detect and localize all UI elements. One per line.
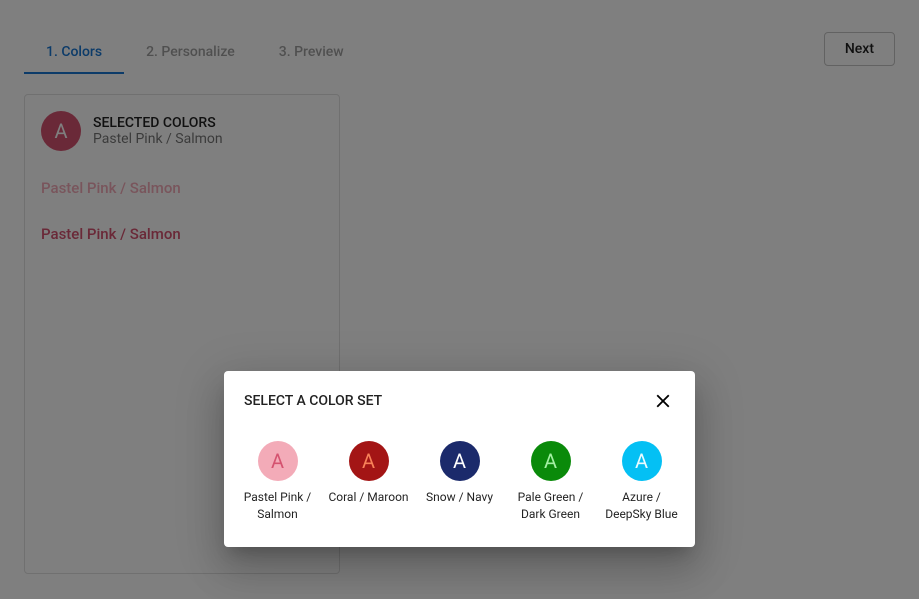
swatch-label: Coral / Maroon (328, 489, 408, 506)
swatch-circle: A (622, 441, 662, 481)
swatch-label: Snow / Navy (426, 489, 493, 506)
swatch-pastel-pink-salmon[interactable]: A Pastel Pink / Salmon (236, 441, 320, 523)
dialog-header: SELECT A COLOR SET (224, 371, 695, 421)
swatch-circle: A (440, 441, 480, 481)
close-icon[interactable] (651, 389, 675, 413)
swatch-label: Pale Green / Dark Green (509, 489, 593, 523)
color-set-dialog: SELECT A COLOR SET A Pastel Pink / Salmo… (224, 371, 695, 547)
swatch-circle: A (258, 441, 298, 481)
swatch-label: Azure / DeepSky Blue (600, 489, 684, 523)
swatch-letter: A (362, 449, 375, 473)
swatch-circle: A (531, 441, 571, 481)
dialog-title: SELECT A COLOR SET (244, 393, 382, 409)
swatch-azure-deepsky-blue[interactable]: A Azure / DeepSky Blue (600, 441, 684, 523)
swatch-letter: A (544, 449, 557, 473)
swatch-label: Pastel Pink / Salmon (236, 489, 320, 523)
swatch-letter: A (635, 449, 648, 473)
swatch-snow-navy[interactable]: A Snow / Navy (418, 441, 502, 523)
swatch-pale-green-dark-green[interactable]: A Pale Green / Dark Green (509, 441, 593, 523)
swatch-coral-maroon[interactable]: A Coral / Maroon (327, 441, 411, 523)
swatch-letter: A (453, 449, 466, 473)
swatch-row: A Pastel Pink / Salmon A Coral / Maroon … (224, 421, 695, 547)
page-root: 1. Colors 2. Personalize 3. Preview Next… (0, 0, 919, 599)
swatch-letter: A (271, 449, 284, 473)
swatch-circle: A (349, 441, 389, 481)
